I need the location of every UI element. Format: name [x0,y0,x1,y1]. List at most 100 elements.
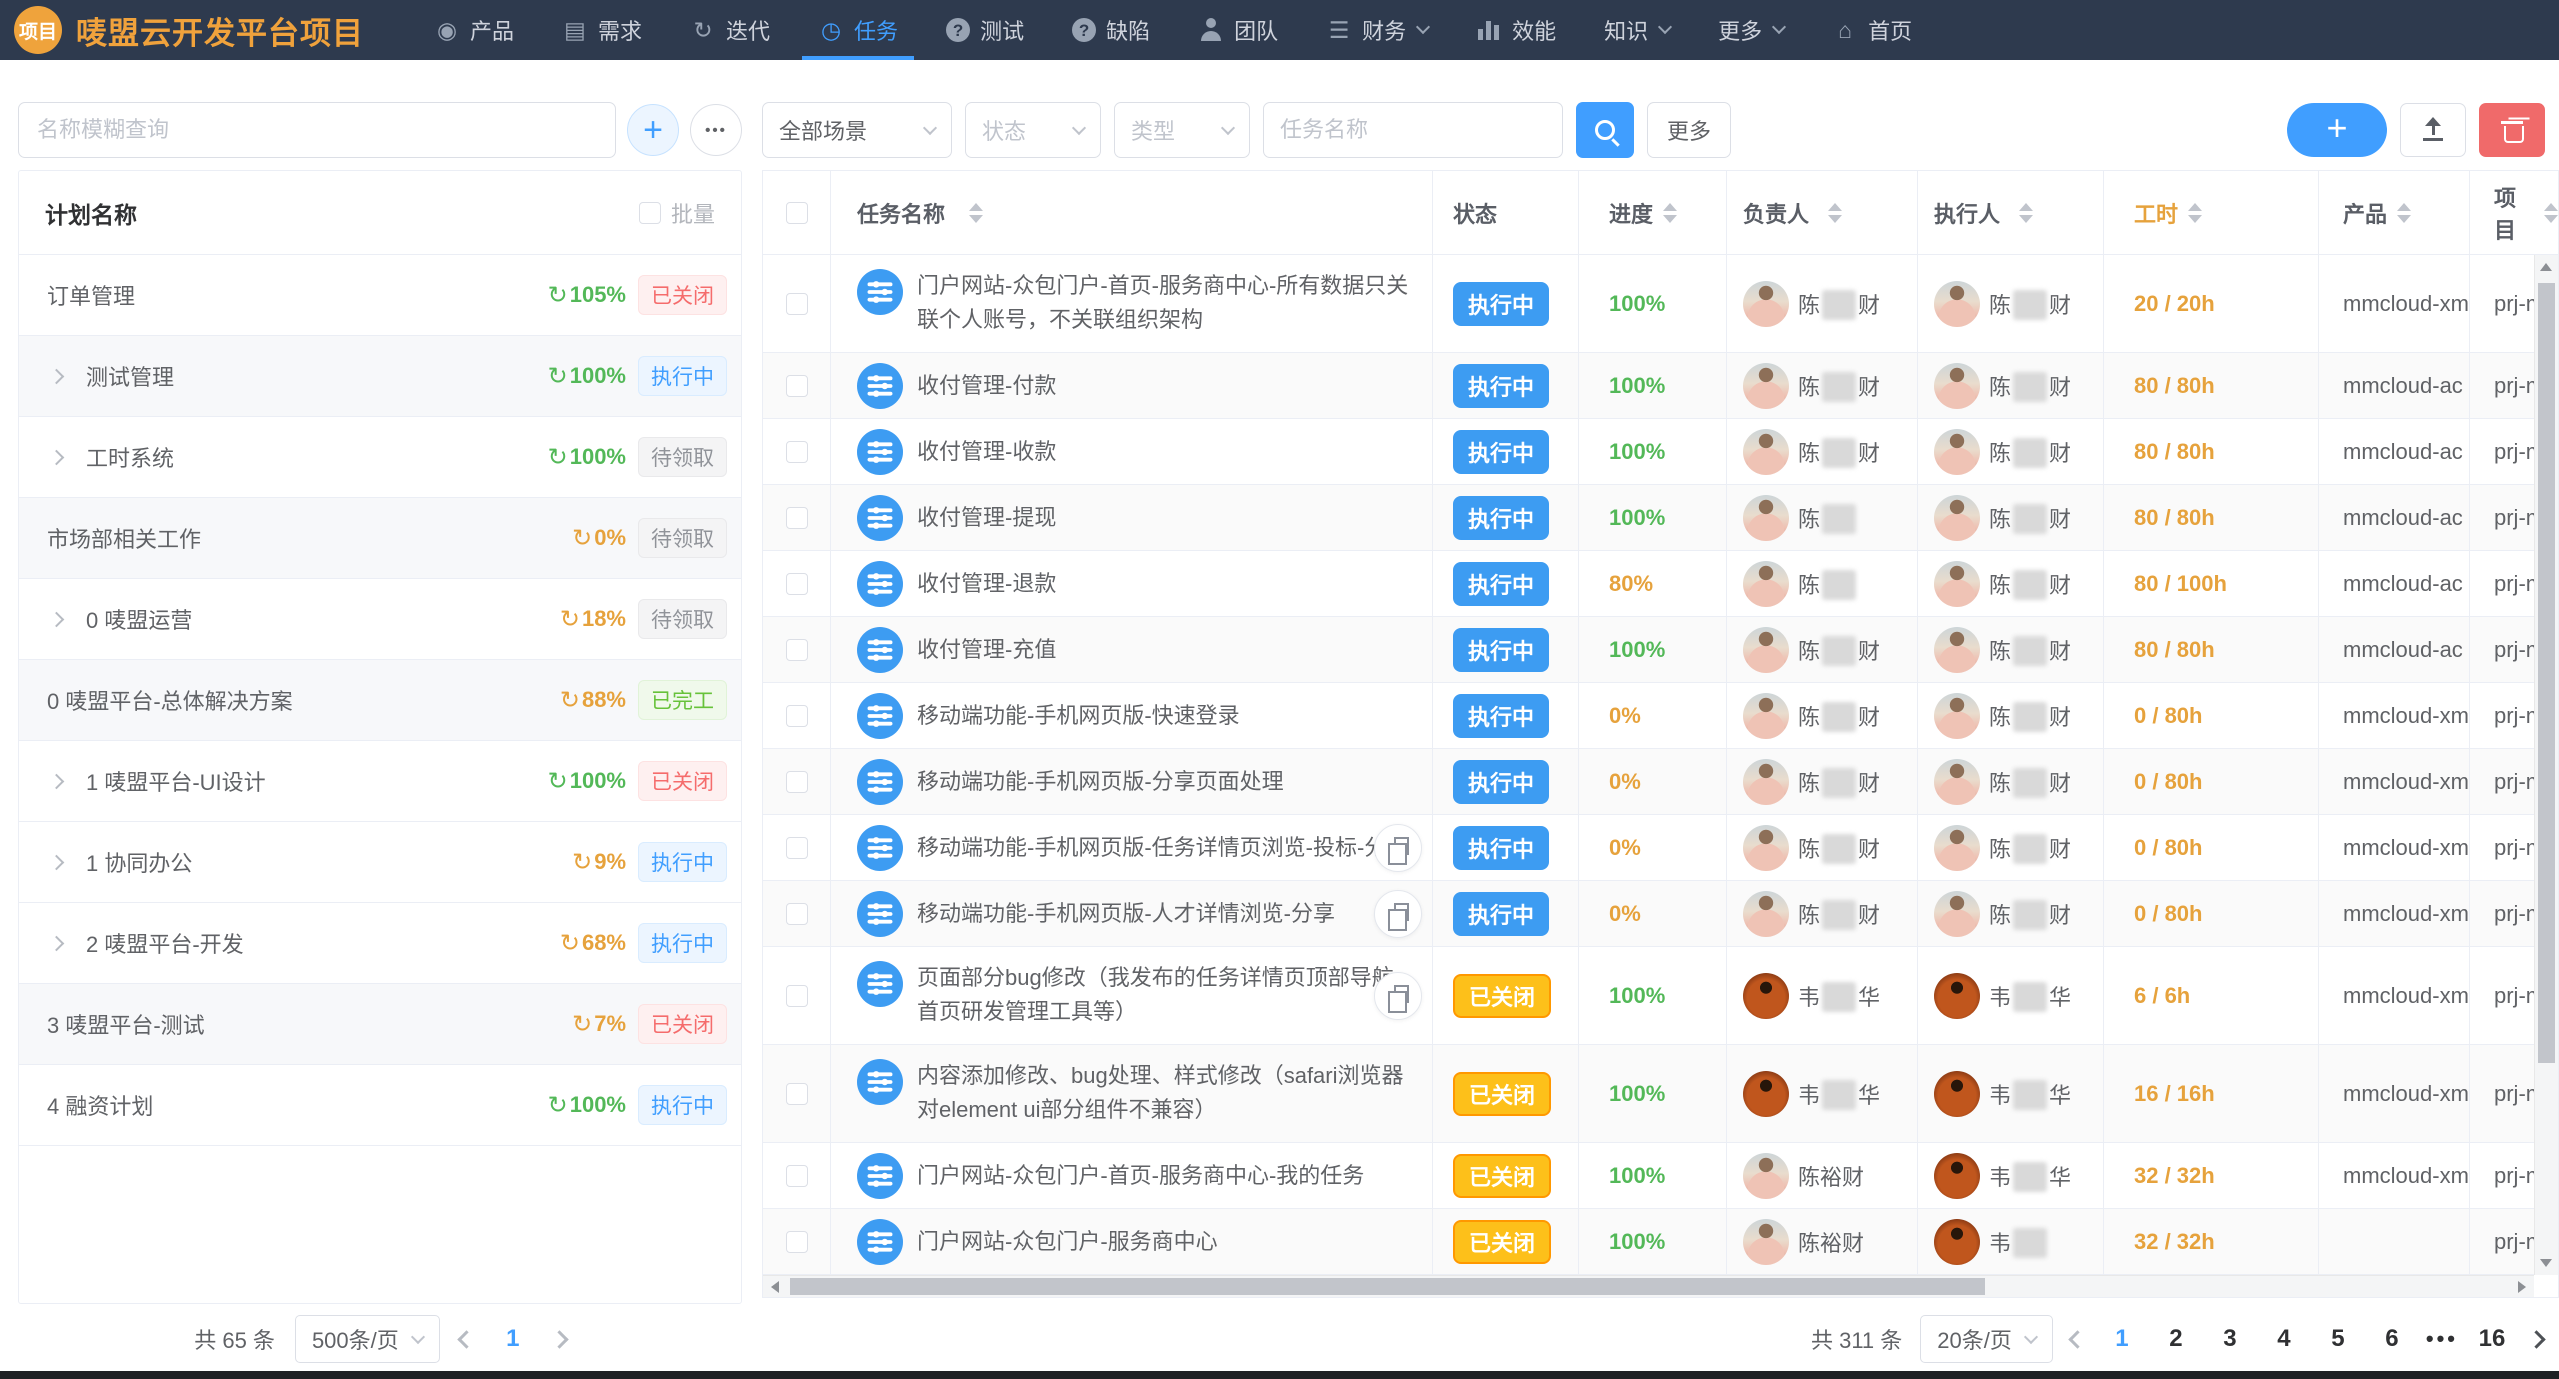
status-select[interactable]: 状态 [965,102,1101,158]
nav-item-knowledge[interactable]: 知识 [1580,0,1694,60]
task-row[interactable]: 收付管理-退款执行中80%陈陈财80 / 100hmmcloud-acprj-m [763,551,2558,617]
row-checkbox[interactable] [786,837,808,859]
sort-icon[interactable] [2397,203,2411,223]
sort-asc-icon[interactable] [2544,203,2558,211]
app-logo[interactable]: 项目 [14,6,62,54]
expand-icon[interactable] [49,935,65,951]
row-checkbox[interactable] [786,903,808,925]
delete-button[interactable] [2479,103,2545,157]
copy-task-button[interactable] [1374,824,1422,872]
sort-desc-icon[interactable] [1663,215,1677,223]
tasks-prev-page-button[interactable] [2068,1330,2086,1348]
plan-row[interactable]: 工时系统↻100%待领取 [19,417,741,498]
row-checkbox[interactable] [786,293,808,315]
expand-icon[interactable] [49,368,65,384]
row-checkbox[interactable] [786,1083,808,1105]
tasks-next-page-button[interactable] [2527,1330,2545,1348]
task-row[interactable]: 门户网站-众包门户-服务商中心已关闭100%陈裕财韦32 / 32hprj-m [763,1209,2558,1275]
page-number-1[interactable]: 1 [2102,1325,2142,1353]
plan-row[interactable]: 2 唛盟平台-开发↻68%执行中 [19,903,741,984]
sort-icon[interactable] [2544,203,2558,223]
column-header-owner[interactable]: 负责人 [1727,171,1918,254]
row-checkbox[interactable] [786,1165,808,1187]
task-row[interactable]: 收付管理-付款执行中100%陈财陈财80 / 80hmmcloud-acprj-… [763,353,2558,419]
task-row[interactable]: 移动端功能-手机网页版-快速登录执行中0%陈财陈财0 / 80hmmcloud-… [763,683,2558,749]
page-number-4[interactable]: 4 [2264,1325,2304,1353]
nav-item-task[interactable]: ◷任务 [794,0,922,60]
row-checkbox[interactable] [786,639,808,661]
task-page-size-select[interactable]: 20条/页 [1920,1315,2053,1363]
plan-row[interactable]: 0 唛盟平台-总体解决方案↻88%已完工 [19,660,741,741]
plan-prev-page-button[interactable] [457,1330,475,1348]
row-checkbox[interactable] [786,573,808,595]
sort-desc-icon[interactable] [1828,215,1842,223]
sort-icon[interactable] [2188,203,2202,223]
row-checkbox[interactable] [786,375,808,397]
nav-item-iterate[interactable]: ↻迭代 [666,0,794,60]
horizontal-scrollbar-thumb[interactable] [790,1278,1985,1295]
expand-icon[interactable] [49,854,65,870]
page-number-6[interactable]: 6 [2372,1325,2412,1353]
batch-checkbox[interactable] [639,202,661,224]
copy-task-button[interactable] [1374,972,1422,1020]
sort-asc-icon[interactable] [2188,203,2202,211]
plan-row[interactable]: 测试管理↻100%执行中 [19,336,741,417]
sort-asc-icon[interactable] [2019,203,2033,211]
column-header-proj[interactable]: 项目 [2470,171,2558,254]
sort-asc-icon[interactable] [1663,203,1677,211]
task-row[interactable]: 移动端功能-手机网页版-人才详情浏览-分享执行中0%陈财陈财0 / 80hmmc… [763,881,2558,947]
sort-asc-icon[interactable] [1828,203,1842,211]
sort-asc-icon[interactable] [969,203,983,211]
add-task-button[interactable]: + [2287,103,2387,157]
upload-button[interactable] [2400,103,2466,157]
sort-desc-icon[interactable] [2544,215,2558,223]
sort-desc-icon[interactable] [2397,215,2411,223]
page-number-3[interactable]: 3 [2210,1325,2250,1353]
sort-desc-icon[interactable] [2019,215,2033,223]
row-checkbox[interactable] [786,771,808,793]
nav-item-perf[interactable]: 效能 [1452,0,1580,60]
column-header-name[interactable]: 任务名称 [831,171,1433,254]
task-row[interactable]: 门户网站-众包门户-首页-服务商中心-所有数据只关联个人账号，不关联组织架构执行… [763,255,2558,353]
nav-item-require[interactable]: ▤需求 [538,0,666,60]
nav-item-home[interactable]: ⌂首页 [1808,0,1936,60]
add-plan-button[interactable]: + [627,104,679,156]
plan-next-page-button[interactable] [550,1330,568,1348]
task-row[interactable]: 内容添加修改、bug处理、样式修改（safari浏览器对element ui部分… [763,1045,2558,1143]
task-row[interactable]: 收付管理-收款执行中100%陈财陈财80 / 80hmmcloud-acprj-… [763,419,2558,485]
plan-more-button[interactable]: ••• [690,104,742,156]
column-header-prod[interactable]: 产品 [2319,171,2470,254]
sort-icon[interactable] [969,203,983,223]
row-checkbox[interactable] [786,507,808,529]
row-checkbox[interactable] [786,705,808,727]
nav-item-product[interactable]: ◉产品 [410,0,538,60]
task-name-input[interactable] [1280,117,1546,143]
plan-row[interactable]: 3 唛盟平台-测试↻7%已关闭 [19,984,741,1065]
plan-page-number[interactable]: 1 [493,1325,533,1353]
batch-toggle[interactable]: 批量 [639,197,715,229]
select-all-checkbox[interactable] [786,202,808,224]
filter-more-button[interactable]: 更多 [1647,102,1731,158]
plan-row[interactable]: 市场部相关工作↻0%待领取 [19,498,741,579]
task-row[interactable]: 收付管理-充值执行中100%陈财陈财80 / 80hmmcloud-acprj-… [763,617,2558,683]
plan-page-size-select[interactable]: 500条/页 [295,1315,440,1363]
plan-search-input[interactable] [37,117,597,143]
row-checkbox[interactable] [786,1231,808,1253]
expand-icon[interactable] [49,773,65,789]
nav-item-test[interactable]: ?测试 [922,0,1048,60]
horizontal-scrollbar[interactable] [763,1275,2534,1297]
type-select[interactable]: 类型 [1114,102,1250,158]
copy-task-button[interactable] [1374,890,1422,938]
page-number-5[interactable]: 5 [2318,1325,2358,1353]
page-number-16[interactable]: 16 [2472,1325,2512,1353]
plan-row[interactable]: 0 唛盟运营↻18%待领取 [19,579,741,660]
plan-row[interactable]: 1 协同办公↻9%执行中 [19,822,741,903]
expand-icon[interactable] [49,449,65,465]
page-number-2[interactable]: 2 [2156,1325,2196,1353]
task-row[interactable]: 收付管理-提现执行中100%陈陈财80 / 80hmmcloud-acprj-m [763,485,2558,551]
column-header-prog[interactable]: 进度 [1579,171,1727,254]
sort-icon[interactable] [2019,203,2033,223]
row-checkbox[interactable] [786,985,808,1007]
scroll-left-icon[interactable] [771,1281,779,1293]
vertical-scrollbar-thumb[interactable] [2538,283,2555,1063]
